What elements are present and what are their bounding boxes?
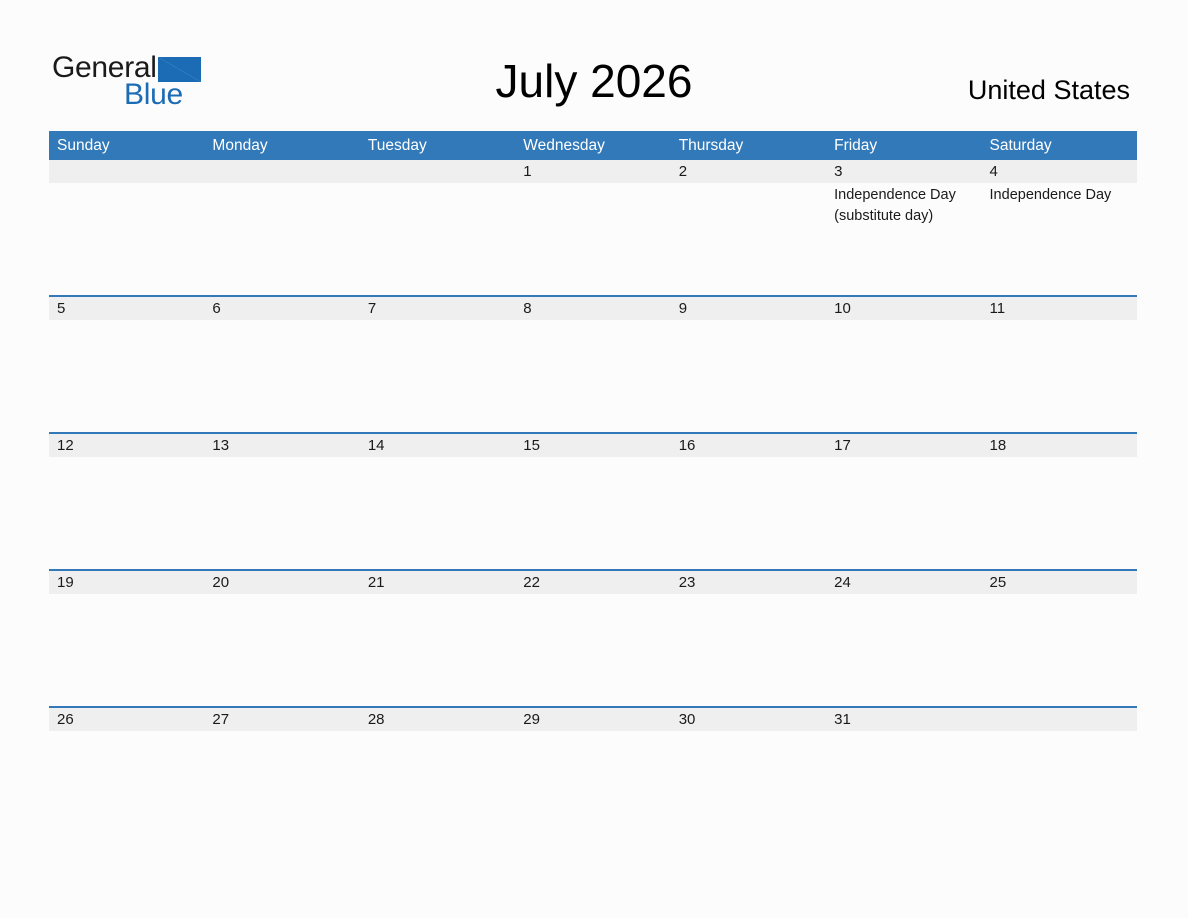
day-cell[interactable]: [515, 457, 670, 569]
day-cell[interactable]: [360, 320, 515, 432]
day-number[interactable]: [204, 160, 359, 183]
country-label: United States: [967, 75, 1130, 105]
day-cell[interactable]: [982, 457, 1137, 569]
day-cell[interactable]: [671, 320, 826, 432]
week-row: 26 27 28 29 30 31: [49, 706, 1137, 843]
day-cell[interactable]: Independence Day: [982, 183, 1137, 295]
week-date-band: 26 27 28 29 30 31: [49, 708, 1137, 731]
day-number[interactable]: 10: [826, 297, 981, 320]
day-cell[interactable]: [671, 731, 826, 843]
day-number[interactable]: [982, 708, 1137, 731]
day-number[interactable]: 11: [982, 297, 1137, 320]
day-number[interactable]: 3: [826, 160, 981, 183]
weekday-header-saturday: Saturday: [989, 137, 1052, 154]
day-number[interactable]: 1: [515, 160, 670, 183]
day-cell[interactable]: [826, 594, 981, 706]
day-number[interactable]: 23: [671, 571, 826, 594]
day-cell[interactable]: [982, 320, 1137, 432]
day-cell[interactable]: [204, 731, 359, 843]
week-date-band: 1 2 3 4: [49, 160, 1137, 183]
weekday-header-friday: Friday: [834, 137, 878, 154]
week-row: 1 2 3 4 Independence Day (substitute day…: [49, 160, 1137, 295]
weekday-header-tuesday: Tuesday: [367, 137, 427, 154]
day-number[interactable]: 4: [982, 160, 1137, 183]
day-cell[interactable]: [982, 594, 1137, 706]
weekday-header-wednesday: Wednesday: [523, 137, 605, 154]
day-number[interactable]: 8: [515, 297, 670, 320]
day-cell[interactable]: [515, 183, 670, 295]
day-cell[interactable]: [826, 457, 981, 569]
day-cell[interactable]: [49, 320, 204, 432]
day-cell[interactable]: [49, 594, 204, 706]
day-cell[interactable]: [671, 457, 826, 569]
day-cell[interactable]: [49, 457, 204, 569]
day-number[interactable]: 12: [49, 434, 204, 457]
holiday-label: Independence Day: [989, 187, 1112, 203]
day-cell[interactable]: [49, 731, 204, 843]
weekday-header-row: Sunday Monday Tuesday Wednesday Thursday…: [49, 131, 1137, 160]
week-events-band: [49, 731, 1137, 843]
day-cell[interactable]: [360, 731, 515, 843]
page-header: General Blue July 2026 United States: [0, 0, 1188, 131]
day-number[interactable]: 25: [982, 571, 1137, 594]
day-number[interactable]: 22: [515, 571, 670, 594]
week-date-band: 12 13 14 15 16 17 18: [49, 434, 1137, 457]
week-row: 12 13 14 15 16 17 18: [49, 432, 1137, 569]
day-number[interactable]: [360, 160, 515, 183]
day-cell[interactable]: [671, 594, 826, 706]
day-cell[interactable]: [515, 320, 670, 432]
holiday-label: Independence Day (substitute day): [834, 187, 956, 224]
day-number[interactable]: 19: [49, 571, 204, 594]
day-number[interactable]: 14: [360, 434, 515, 457]
day-number[interactable]: 6: [204, 297, 359, 320]
day-number[interactable]: 16: [671, 434, 826, 457]
day-number[interactable]: 20: [204, 571, 359, 594]
day-cell[interactable]: [204, 183, 359, 295]
day-cell[interactable]: [204, 457, 359, 569]
day-number[interactable]: 17: [826, 434, 981, 457]
day-number[interactable]: 28: [360, 708, 515, 731]
day-number[interactable]: 27: [204, 708, 359, 731]
day-number[interactable]: 7: [360, 297, 515, 320]
day-cell[interactable]: [360, 457, 515, 569]
week-date-band: 19 20 21 22 23 24 25: [49, 571, 1137, 594]
weekday-header-sunday: Sunday: [57, 137, 110, 154]
week-row: 19 20 21 22 23 24 25: [49, 569, 1137, 706]
day-cell[interactable]: [671, 183, 826, 295]
weekday-header-monday: Monday: [212, 137, 268, 154]
day-number[interactable]: 21: [360, 571, 515, 594]
day-number[interactable]: [49, 160, 204, 183]
day-cell[interactable]: [360, 183, 515, 295]
day-number[interactable]: 31: [826, 708, 981, 731]
day-number[interactable]: 24: [826, 571, 981, 594]
day-cell[interactable]: [982, 731, 1137, 843]
day-cell[interactable]: [515, 594, 670, 706]
week-events-band: Independence Day (substitute day) Indepe…: [49, 183, 1137, 295]
weekday-header-thursday: Thursday: [678, 137, 744, 154]
day-number[interactable]: 15: [515, 434, 670, 457]
day-cell[interactable]: Independence Day (substitute day): [826, 183, 981, 295]
day-number[interactable]: 9: [671, 297, 826, 320]
week-events-band: [49, 594, 1137, 706]
day-number[interactable]: 26: [49, 708, 204, 731]
day-cell[interactable]: [49, 183, 204, 295]
day-number[interactable]: 13: [204, 434, 359, 457]
week-events-band: [49, 320, 1137, 432]
day-cell[interactable]: [826, 320, 981, 432]
week-events-band: [49, 457, 1137, 569]
day-cell[interactable]: [515, 731, 670, 843]
calendar-grid: Sunday Monday Tuesday Wednesday Thursday…: [49, 131, 1137, 843]
day-number[interactable]: 29: [515, 708, 670, 731]
day-number[interactable]: 2: [671, 160, 826, 183]
day-cell[interactable]: [360, 594, 515, 706]
week-row: 5 6 7 8 9 10 11: [49, 295, 1137, 432]
day-cell[interactable]: [204, 594, 359, 706]
day-number[interactable]: 30: [671, 708, 826, 731]
day-number[interactable]: 18: [982, 434, 1137, 457]
day-cell[interactable]: [826, 731, 981, 843]
week-date-band: 5 6 7 8 9 10 11: [49, 297, 1137, 320]
day-cell[interactable]: [204, 320, 359, 432]
day-number[interactable]: 5: [49, 297, 204, 320]
